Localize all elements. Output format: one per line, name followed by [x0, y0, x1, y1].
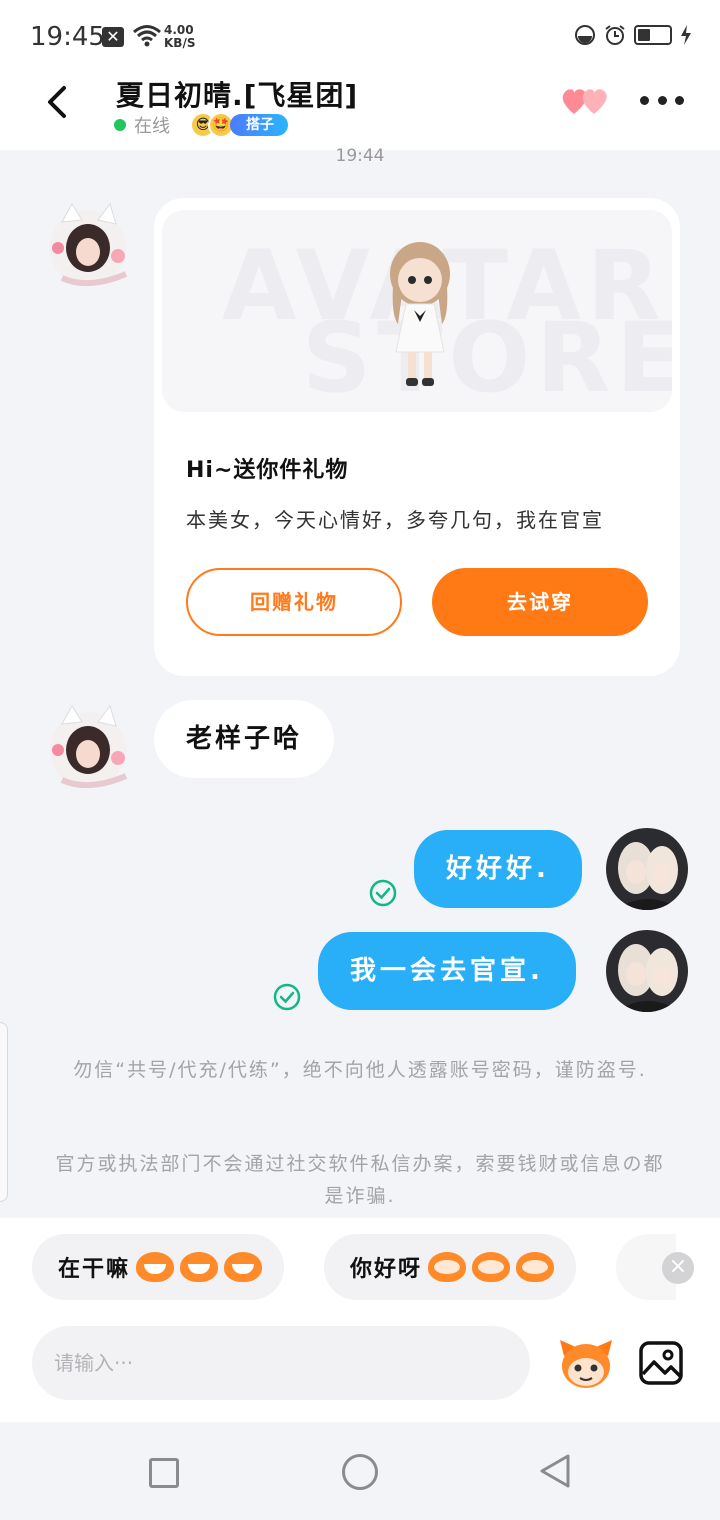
input-bar [0, 1324, 720, 1422]
gift-banner: AVATAR STORE [162, 210, 672, 412]
partner-tag: 搭子 [230, 114, 288, 136]
grin-mascot-icon [224, 1252, 263, 1282]
side-drawer-handle[interactable] [0, 1022, 8, 1202]
incoming-message-bubble[interactable]: 老样子哈 [154, 700, 335, 778]
close-icon[interactable]: × [662, 1252, 694, 1284]
intimacy-hearts-icon[interactable] [560, 84, 612, 118]
quick-reply-chip[interactable]: 你好呀 [324, 1234, 577, 1300]
online-label: 在线 [134, 116, 170, 137]
charging-icon [681, 25, 691, 45]
surprised-mascot-icon [516, 1252, 555, 1282]
relationship-badge[interactable]: 😎 🤩 搭子 [190, 112, 288, 138]
image-picker-icon[interactable] [638, 1340, 684, 1386]
my-avatar[interactable] [606, 930, 688, 1012]
try-on-button[interactable]: 去试穿 [432, 568, 648, 636]
return-gift-button[interactable]: 回赠礼物 [186, 568, 402, 636]
outgoing-message-bubble[interactable]: 我一会去官宣. [318, 932, 576, 1010]
read-check-icon [273, 983, 301, 1011]
quick-reply-label: 你好呀 [350, 1257, 423, 1282]
status-time: 19:45 [30, 22, 105, 52]
home-button[interactable] [342, 1454, 378, 1490]
status-bar: 19:45 ✕ 4.00 KB/S [0, 0, 720, 70]
more-options-icon[interactable] [640, 88, 684, 112]
grin-mascot-icon [136, 1252, 175, 1282]
contact-avatar[interactable] [42, 198, 134, 290]
mascot-emoji-icon[interactable] [556, 1334, 616, 1394]
contact-avatar[interactable] [42, 700, 134, 792]
avatar-doll-image [390, 242, 450, 386]
gift-title: Hi~送你件礼物 [186, 458, 349, 483]
contact-status: 在线 😎 🤩 搭子 [114, 112, 288, 138]
fraud-notice: 官方或执法部门不会通过社交软件私信办案，索要钱财或信息の都是诈骗. [55, 1153, 665, 1207]
system-nav-bar [0, 1422, 720, 1520]
contact-name[interactable]: 夏日初晴.[飞星团] [116, 74, 358, 114]
grin-mascot-icon [180, 1252, 219, 1282]
do-not-disturb-icon [575, 25, 595, 45]
outgoing-message-bubble[interactable]: 好好好. [414, 830, 582, 908]
network-speed: 4.00 KB/S [164, 24, 195, 50]
surprised-mascot-icon [472, 1252, 511, 1282]
quick-reply-label: 在干嘛 [58, 1257, 131, 1282]
recents-button[interactable] [149, 1458, 179, 1488]
surprised-mascot-icon [428, 1252, 467, 1282]
message-input[interactable] [32, 1326, 530, 1400]
back-triangle-icon[interactable] [538, 1452, 572, 1490]
chat-header: 夏日初晴.[飞星团] 在线 😎 🤩 搭子 [0, 70, 720, 150]
notification-icon: ✕ [102, 27, 124, 47]
speed-unit: KB/S [164, 36, 196, 50]
gift-card[interactable]: AVATAR STORE Hi~送你件礼物 本美女，今天心情好，多夸几句，我在官… [154, 198, 680, 676]
gift-description: 本美女，今天心情好，多夸几句，我在官宣 [186, 508, 604, 532]
read-check-icon [369, 879, 397, 907]
alarm-icon [605, 25, 625, 45]
battery-icon [634, 25, 672, 45]
banner-watermark-bottom: STORE [302, 302, 672, 412]
quick-reply-chip[interactable]: 在干嘛 [32, 1234, 285, 1300]
quick-reply-bar: 在干嘛 你好呀 [0, 1218, 720, 1324]
my-avatar[interactable] [606, 828, 688, 910]
security-notice: 勿信“共号/代充/代练”，绝不向他人透露账号密码，谨防盗号. [73, 1059, 647, 1081]
wifi-icon [133, 25, 161, 47]
online-dot-icon [114, 119, 126, 131]
back-arrow-icon[interactable] [40, 82, 76, 122]
message-timestamp: 19:44 [335, 146, 385, 166]
